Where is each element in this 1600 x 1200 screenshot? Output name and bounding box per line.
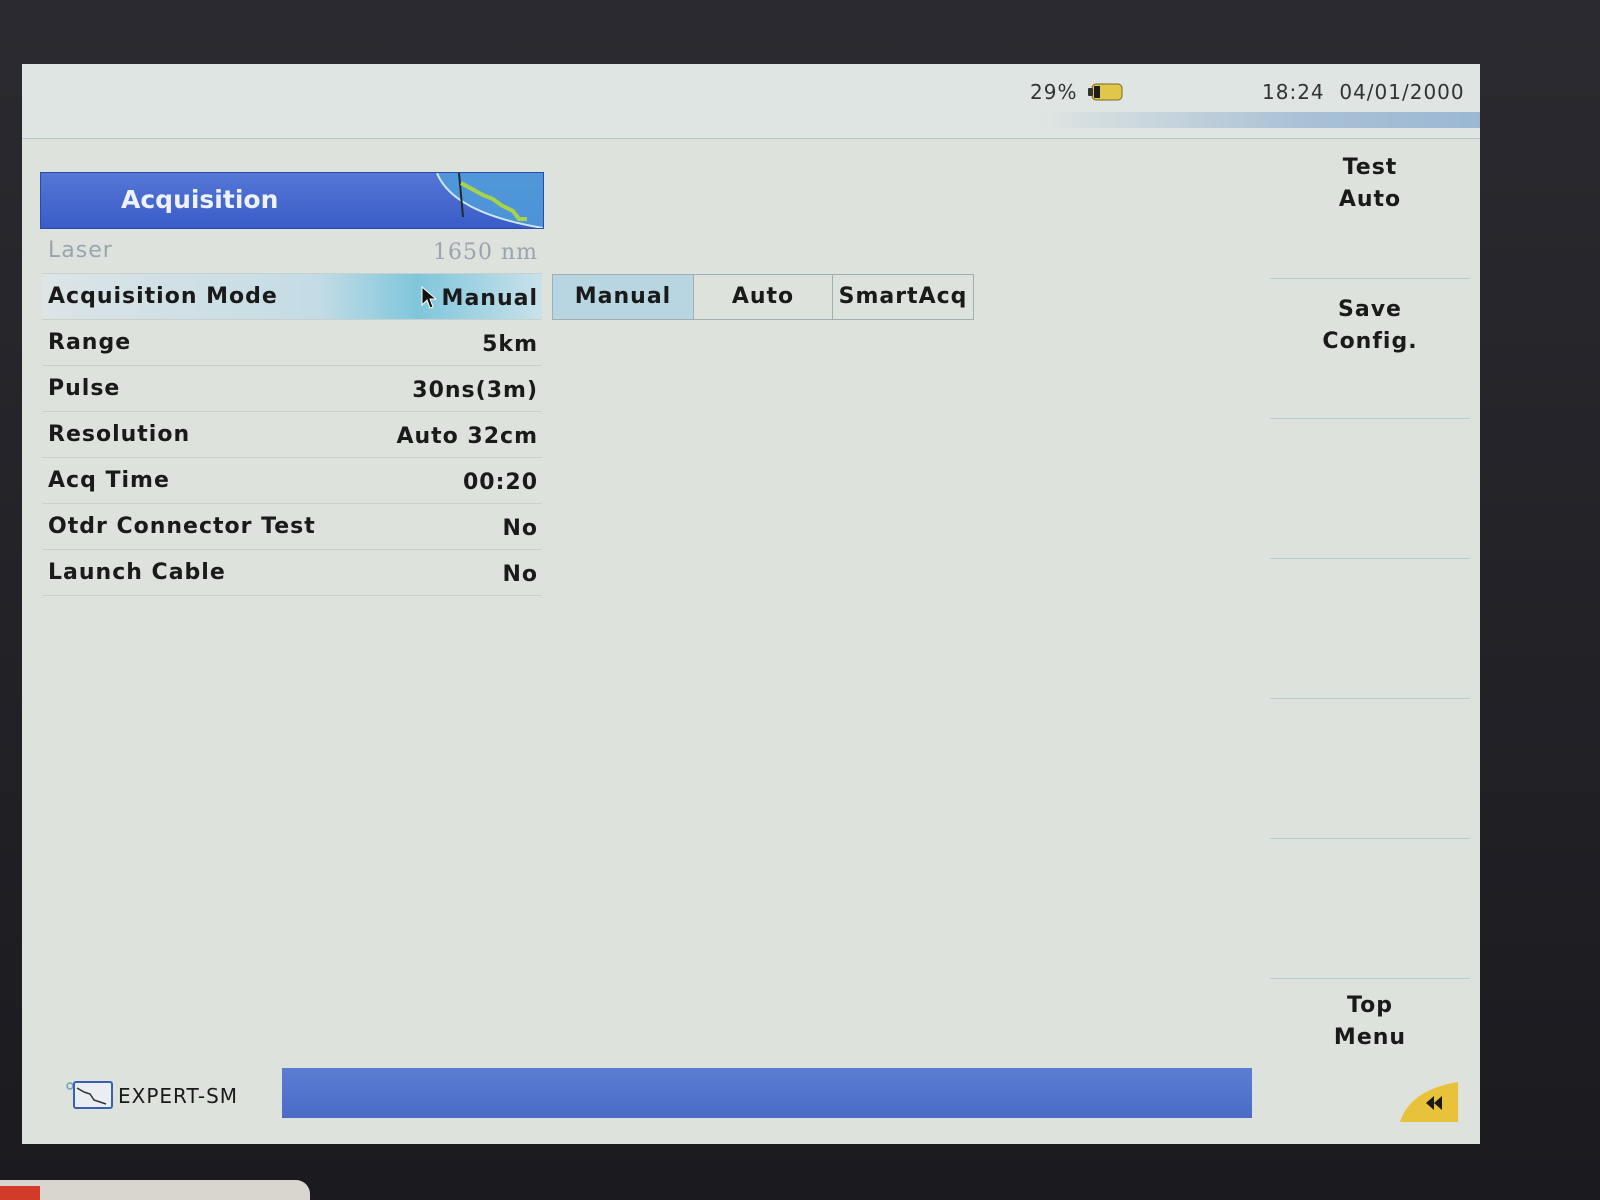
save-config-button[interactable]: Save Config. [1270, 278, 1470, 419]
softkey-line: Menu [1333, 1025, 1407, 1050]
row-launch-cable[interactable]: Launch Cable No [42, 550, 542, 596]
battery-percent: 29% [1030, 80, 1078, 104]
row-acquisition-mode[interactable]: Acquisition Mode Manual [42, 274, 542, 320]
device-corner [0, 1180, 310, 1200]
softkey-line: Test [1342, 155, 1398, 180]
row-label: Laser [48, 238, 113, 263]
rewind-icon[interactable] [1400, 1082, 1458, 1122]
status-band [1040, 112, 1480, 128]
row-pulse[interactable]: Pulse 30ns(3m) [42, 366, 542, 412]
parameter-list: Laser 1650 nm Acquisition Mode Manual Ra… [42, 228, 542, 596]
softkey-empty-3[interactable] [1270, 418, 1470, 559]
status-bar: 29% 18:24 04/01/2000 [22, 64, 1480, 139]
row-acq-time[interactable]: Acq Time 00:20 [42, 458, 542, 504]
pointer-cursor-icon [421, 286, 437, 309]
softkey-line: Save [1338, 297, 1402, 322]
row-laser: Laser 1650 nm [42, 228, 542, 274]
softkey-line: Auto [1338, 187, 1402, 212]
softkey-column: Test Auto Save Config. Top Menu [1270, 138, 1470, 1138]
module-label: EXPERT-SM [118, 1084, 239, 1108]
softkey-line: Config. [1322, 329, 1418, 354]
row-label: Pulse [48, 376, 121, 401]
clock: 18:24 04/01/2000 [1262, 80, 1465, 104]
option-smartacq[interactable]: SmartAcq [833, 275, 973, 319]
row-label: Otdr Connector Test [48, 514, 316, 539]
clock-date: 04/01/2000 [1339, 80, 1465, 104]
row-value: No [502, 516, 538, 541]
row-label: Range [48, 330, 132, 355]
row-value: 30ns(3m) [412, 378, 538, 403]
row-value: Auto 32cm [396, 424, 538, 449]
row-label: Launch Cable [48, 560, 226, 585]
row-value: Manual [441, 286, 538, 311]
battery-icon [1088, 83, 1123, 101]
softkey-line: Top [1347, 993, 1393, 1018]
row-value: 1650 nm [432, 240, 538, 265]
row-value: 00:20 [462, 470, 538, 495]
row-resolution[interactable]: Resolution Auto 32cm [42, 412, 542, 458]
row-value: No [502, 562, 538, 587]
device-screen: 29% 18:24 04/01/2000 Acquisition Laser 1… [22, 64, 1480, 1144]
panel-title: Acquisition [121, 185, 279, 214]
row-label: Acquisition Mode [48, 284, 278, 309]
softkey-empty-5[interactable] [1270, 698, 1470, 839]
row-label: Resolution [48, 422, 191, 447]
row-value: 5km [482, 332, 538, 357]
clock-time: 18:24 [1262, 80, 1325, 104]
status-progress-bar [282, 1068, 1252, 1118]
row-label: Acq Time [48, 468, 170, 493]
option-manual[interactable]: Manual [553, 275, 694, 319]
option-auto[interactable]: Auto [694, 275, 833, 319]
row-otdr-connector-test[interactable]: Otdr Connector Test No [42, 504, 542, 550]
acquisition-mode-options: Manual Auto SmartAcq [552, 274, 974, 320]
row-range[interactable]: Range 5km [42, 320, 542, 366]
device-corner-accent [0, 1186, 40, 1200]
test-auto-button[interactable]: Test Auto [1270, 138, 1470, 279]
softkey-empty-6[interactable] [1270, 838, 1470, 979]
softkey-empty-4[interactable] [1270, 558, 1470, 699]
otdr-module-icon [66, 1081, 113, 1109]
otdr-trace-icon [436, 173, 543, 228]
acquisition-panel-header: Acquisition [40, 172, 544, 229]
